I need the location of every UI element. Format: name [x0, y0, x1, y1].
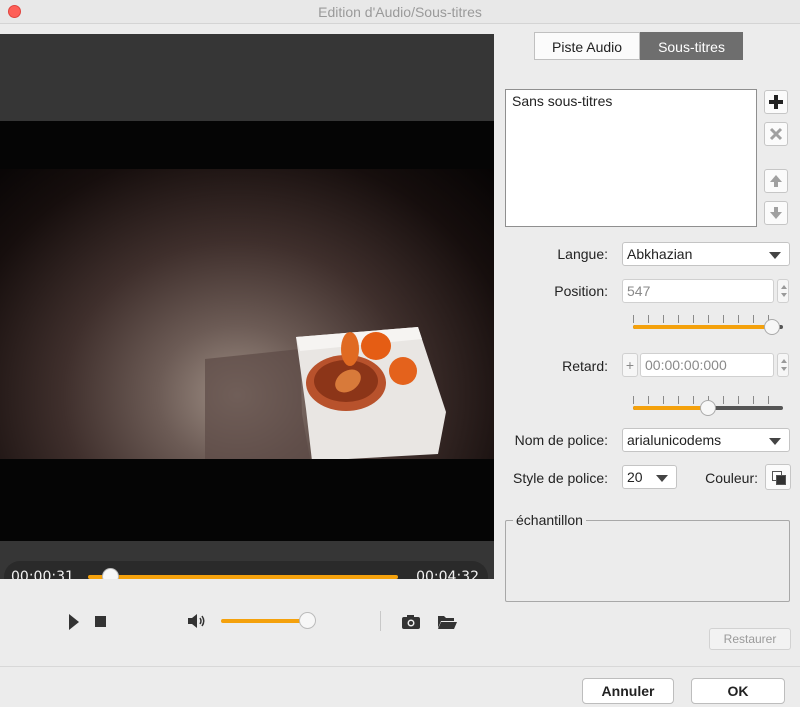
position-label: Position:	[554, 283, 608, 299]
restore-button[interactable]: Restaurer	[709, 628, 791, 650]
chevron-down-icon	[769, 252, 781, 259]
font-style-label: Style de police:	[513, 470, 608, 486]
arrow-down-icon	[770, 207, 782, 219]
list-item[interactable]: Sans sous-titres	[506, 90, 756, 112]
play-icon[interactable]	[68, 614, 80, 630]
close-icon	[769, 127, 783, 141]
snapshot-camera-icon[interactable]	[401, 614, 421, 630]
ok-button[interactable]: OK	[691, 678, 785, 704]
video-image	[0, 169, 494, 459]
slider-ticks	[633, 315, 783, 323]
subtitle-list[interactable]: Sans sous-titres	[505, 89, 757, 227]
window-title: Edition d'Audio/Sous-titres	[318, 4, 482, 20]
retard-label: Retard:	[562, 358, 608, 374]
volume-knob[interactable]	[299, 612, 316, 629]
remove-subtitle-button[interactable]	[764, 122, 788, 146]
slider-fill	[633, 406, 708, 410]
position-slider-knob[interactable]	[764, 319, 780, 335]
video-preview-pane: 00:00:31 00:04:32	[0, 34, 494, 593]
plus-icon	[769, 95, 783, 109]
arrow-up-icon	[770, 175, 782, 187]
sample-title: échantillon	[513, 512, 586, 528]
move-up-button[interactable]	[764, 169, 788, 193]
slider-fill	[633, 325, 772, 329]
playback-controls	[0, 579, 494, 664]
color-swatch-icon	[776, 475, 786, 485]
volume-slider[interactable]	[221, 619, 307, 623]
langue-label: Langue:	[557, 246, 608, 262]
video-frame	[0, 121, 494, 541]
color-label: Couleur:	[705, 470, 758, 486]
move-down-button[interactable]	[764, 201, 788, 225]
tab-piste-audio[interactable]: Piste Audio	[534, 32, 641, 60]
font-style-select[interactable]: 20	[622, 465, 677, 489]
volume-icon[interactable]	[187, 613, 207, 629]
langue-value: Abkhazian	[627, 246, 693, 262]
chevron-down-icon	[769, 438, 781, 445]
retard-slider-knob[interactable]	[700, 400, 716, 416]
langue-select[interactable]: Abkhazian	[622, 242, 790, 266]
font-name-label: Nom de police:	[514, 432, 608, 448]
tab-bar: Piste Audio Sous-titres	[534, 32, 743, 60]
dialog-footer: Annuler OK	[0, 666, 800, 707]
retard-input[interactable]: 00:00:00:000	[640, 353, 774, 377]
tab-sous-titres[interactable]: Sous-titres	[640, 32, 743, 60]
font-name-select[interactable]: arialunicodems	[622, 428, 790, 452]
color-picker-button[interactable]	[765, 464, 791, 490]
divider	[380, 611, 381, 631]
position-slider[interactable]	[633, 315, 783, 337]
sample-preview-box: échantillon	[505, 512, 790, 602]
retard-slider[interactable]	[633, 396, 783, 418]
cancel-button[interactable]: Annuler	[582, 678, 674, 704]
add-subtitle-button[interactable]	[764, 90, 788, 114]
settings-panel: Piste Audio Sous-titres Sans sous-titres…	[494, 24, 800, 666]
chevron-down-icon	[656, 475, 668, 482]
font-style-value: 20	[627, 469, 643, 485]
open-folder-icon[interactable]	[437, 614, 458, 630]
title-bar: Edition d'Audio/Sous-titres	[0, 0, 800, 24]
retard-stepper[interactable]	[777, 353, 789, 377]
position-stepper[interactable]	[777, 279, 789, 303]
font-name-value: arialunicodems	[627, 432, 722, 448]
position-input[interactable]: 547	[622, 279, 774, 303]
stop-icon[interactable]	[95, 616, 106, 627]
retard-plus-button[interactable]: +	[622, 353, 638, 377]
